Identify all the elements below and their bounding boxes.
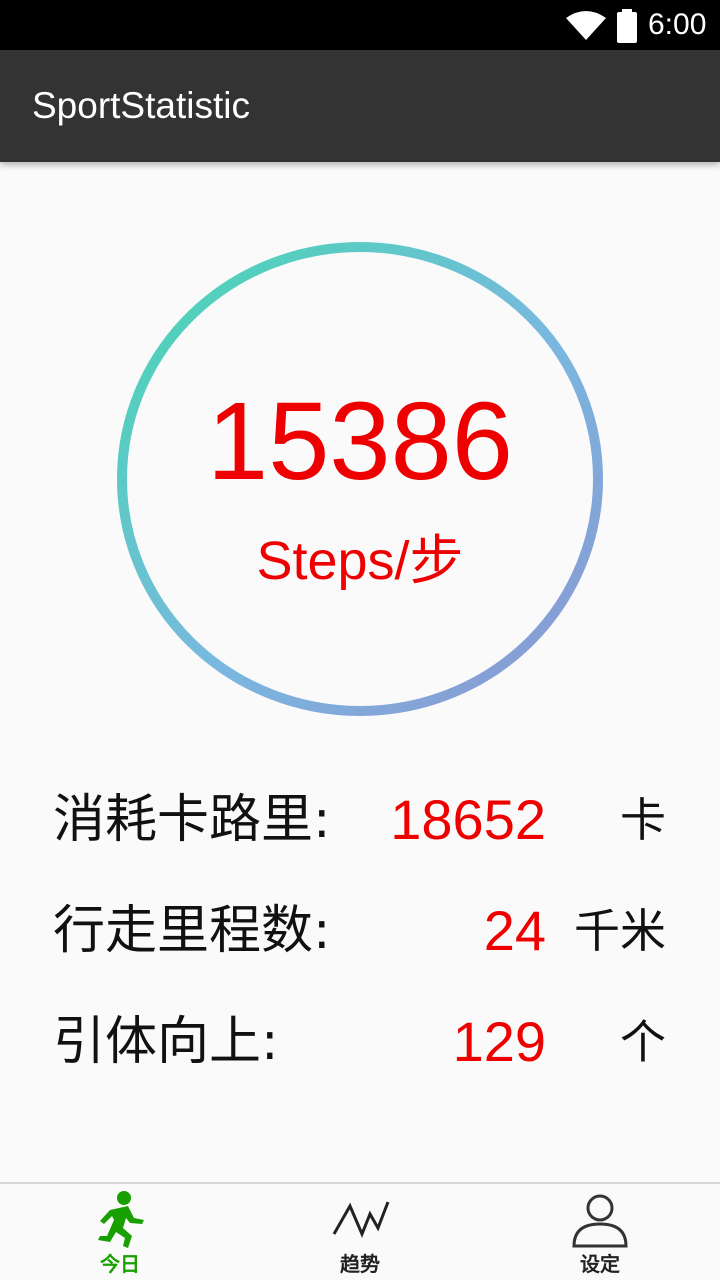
- status-bar: 6:00: [0, 0, 720, 50]
- tab-trend[interactable]: 趋势: [240, 1184, 480, 1280]
- stat-row-pullups: 引体向上: 129 个: [0, 1007, 720, 1077]
- tab-today-label: 今日: [100, 1252, 140, 1276]
- tab-trend-label: 趋势: [340, 1252, 380, 1276]
- stat-unit: 千米: [574, 904, 666, 958]
- stat-row-distance: 行走里程数: 24 千米: [0, 896, 720, 966]
- stat-value: 129: [452, 1010, 546, 1073]
- tab-settings[interactable]: 设定: [480, 1184, 720, 1280]
- bottom-nav: 今日 趋势 设定: [0, 1182, 720, 1280]
- user-profile-icon: [572, 1194, 628, 1248]
- tab-settings-label: 设定: [580, 1252, 620, 1276]
- stat-value: 18652: [390, 788, 546, 851]
- stat-row-calories: 消耗卡路里: 18652 卡: [0, 785, 720, 855]
- stat-unit: 个: [620, 1015, 666, 1069]
- wifi-icon: [566, 11, 606, 40]
- running-man-icon: [98, 1191, 144, 1248]
- tab-today[interactable]: 今日: [0, 1184, 240, 1280]
- step-count: 15386: [207, 380, 513, 503]
- clock-text: 6:00: [648, 8, 707, 41]
- trend-line-icon: [332, 1201, 390, 1238]
- stat-value: 24: [483, 899, 546, 962]
- app-bar: SportStatistic: [0, 50, 720, 162]
- battery-icon: [617, 9, 637, 43]
- stat-unit: 卡: [620, 793, 666, 847]
- stat-label: 行走里程数:: [53, 901, 331, 961]
- app-title: SportStatistic: [32, 85, 250, 126]
- stat-label: 引体向上:: [53, 1012, 279, 1072]
- step-ring: 15386 Steps/步: [116, 241, 604, 717]
- step-unit-label: Steps/步: [256, 531, 464, 591]
- stat-label: 消耗卡路里:: [53, 790, 331, 850]
